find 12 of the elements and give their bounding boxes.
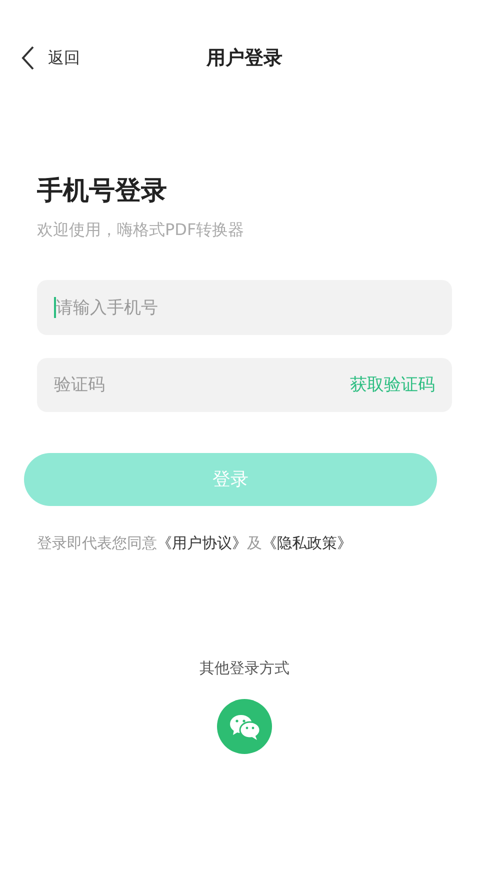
- consent-text: 登录即代表您同意《用户协议》及《隐私政策》: [36, 533, 353, 554]
- privacy-policy-link[interactable]: 《隐私政策》: [262, 534, 352, 552]
- other-login-label: 其他登录方式: [200, 658, 290, 678]
- login-heading: 手机号登录: [37, 178, 168, 204]
- chat-bubbles-icon: [228, 712, 260, 740]
- text-cursor: [54, 297, 56, 318]
- page-title: 用户登录: [206, 46, 282, 71]
- welcome-subtitle: 欢迎使用，嗨格式PDF转换器: [37, 219, 246, 241]
- phone-field[interactable]: 请输入手机号: [37, 280, 452, 335]
- user-agreement-link[interactable]: 《用户协议》: [157, 534, 247, 552]
- back-button[interactable]: 返回: [0, 45, 80, 71]
- chevron-left-icon: [20, 45, 36, 71]
